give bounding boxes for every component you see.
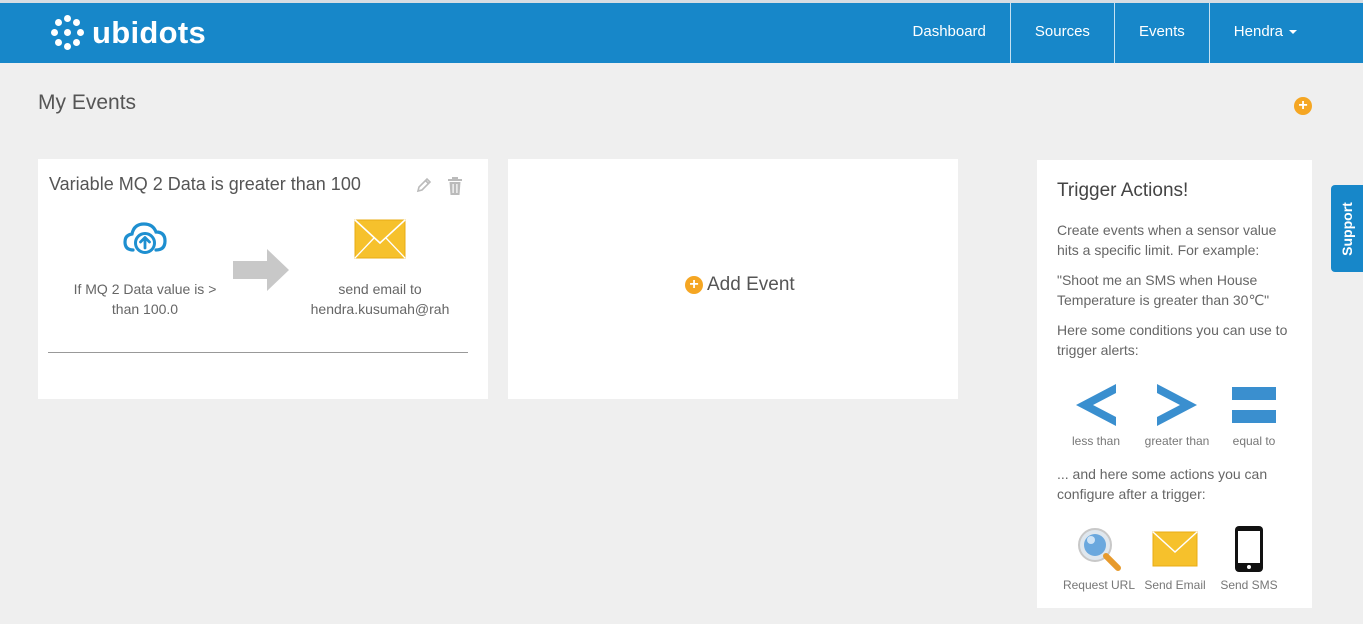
arrow-right-icon	[233, 249, 291, 296]
navbar: ubidots Dashboard Sources Events Hendra	[0, 3, 1363, 63]
action-send-sms-label: Send SMS	[1220, 578, 1278, 592]
greater-than-icon	[1157, 384, 1197, 426]
panel-example-text: "Shoot me an SMS when House Temperature …	[1057, 272, 1270, 308]
plus-circle-icon: +	[685, 276, 703, 294]
equal-icon	[1232, 387, 1276, 423]
less-than-icon	[1076, 384, 1116, 426]
condition-less-than: less than	[1057, 382, 1135, 448]
action-send-email-label: Send Email	[1144, 578, 1206, 592]
action-request-url: Request URL	[1057, 526, 1141, 592]
action-send-email: Send Email	[1141, 526, 1209, 592]
nav-sources[interactable]: Sources	[1009, 3, 1114, 63]
action-text-2: hendra.kusumah@rah	[310, 301, 450, 317]
trigger-text-1: If MQ 2 Data value is >	[73, 281, 217, 297]
card-divider	[48, 352, 468, 353]
action-send-sms: Send SMS	[1217, 526, 1281, 592]
condition-greater-than-label: greater than	[1144, 434, 1210, 448]
user-name: Hendra	[1233, 23, 1283, 40]
event-card: Variable MQ 2 Data is greater than 100 I…	[38, 159, 488, 399]
condition-equal-to: equal to	[1219, 382, 1289, 448]
panel-title: Trigger Actions!	[1057, 180, 1189, 201]
action-request-url-label: Request URL	[1062, 578, 1136, 592]
page-title: My Events	[38, 91, 137, 114]
envelope-icon	[354, 219, 406, 259]
add-event-card[interactable]: + Add Event	[508, 159, 958, 399]
trigger-column: If MQ 2 Data value is > than 100.0	[65, 219, 225, 319]
condition-greater-than: greater than	[1137, 382, 1217, 448]
user-menu[interactable]: Hendra	[1208, 3, 1321, 63]
phone-icon	[1235, 526, 1263, 572]
event-title: Variable MQ 2 Data is greater than 100	[49, 174, 361, 194]
add-event-plus-button[interactable]: +	[1294, 97, 1312, 115]
nav-dashboard[interactable]: Dashboard	[889, 3, 1010, 63]
add-event-button[interactable]: + Add Event	[685, 274, 795, 296]
action-text-1: send email to	[338, 281, 422, 297]
panel-conditions-text: Here some conditions you can use to trig…	[1057, 322, 1288, 358]
nav-events[interactable]: Events	[1113, 3, 1209, 63]
nav-links: Dashboard Sources Events Hendra	[889, 3, 1321, 63]
logo-text: ubidots	[92, 15, 207, 50]
envelope-icon	[1152, 531, 1198, 567]
add-event-label: Add Event	[707, 274, 795, 295]
condition-equal-to-label: equal to	[1232, 434, 1276, 448]
action-column: send email to hendra.kusumah@rah	[300, 219, 460, 319]
magnifier-icon	[1078, 528, 1121, 571]
condition-less-than-label: less than	[1071, 434, 1121, 448]
support-label: Support	[1339, 201, 1355, 256]
logo-dots-icon	[50, 15, 86, 51]
caret-down-icon	[1289, 30, 1297, 35]
trigger-text-2: than 100.0	[111, 301, 179, 317]
edit-pencil-icon[interactable]	[415, 176, 433, 199]
trash-icon[interactable]	[446, 176, 464, 201]
support-tab[interactable]: Support	[1331, 185, 1363, 272]
cloud-upload-icon	[123, 222, 167, 254]
panel-intro-text: Create events when a sensor value hits a…	[1057, 222, 1277, 258]
panel-actions-text: ... and here some actions you can config…	[1057, 466, 1268, 502]
trigger-actions-panel: Trigger Actions! Create events when a se…	[1037, 160, 1312, 608]
logo[interactable]: ubidots	[50, 15, 206, 51]
